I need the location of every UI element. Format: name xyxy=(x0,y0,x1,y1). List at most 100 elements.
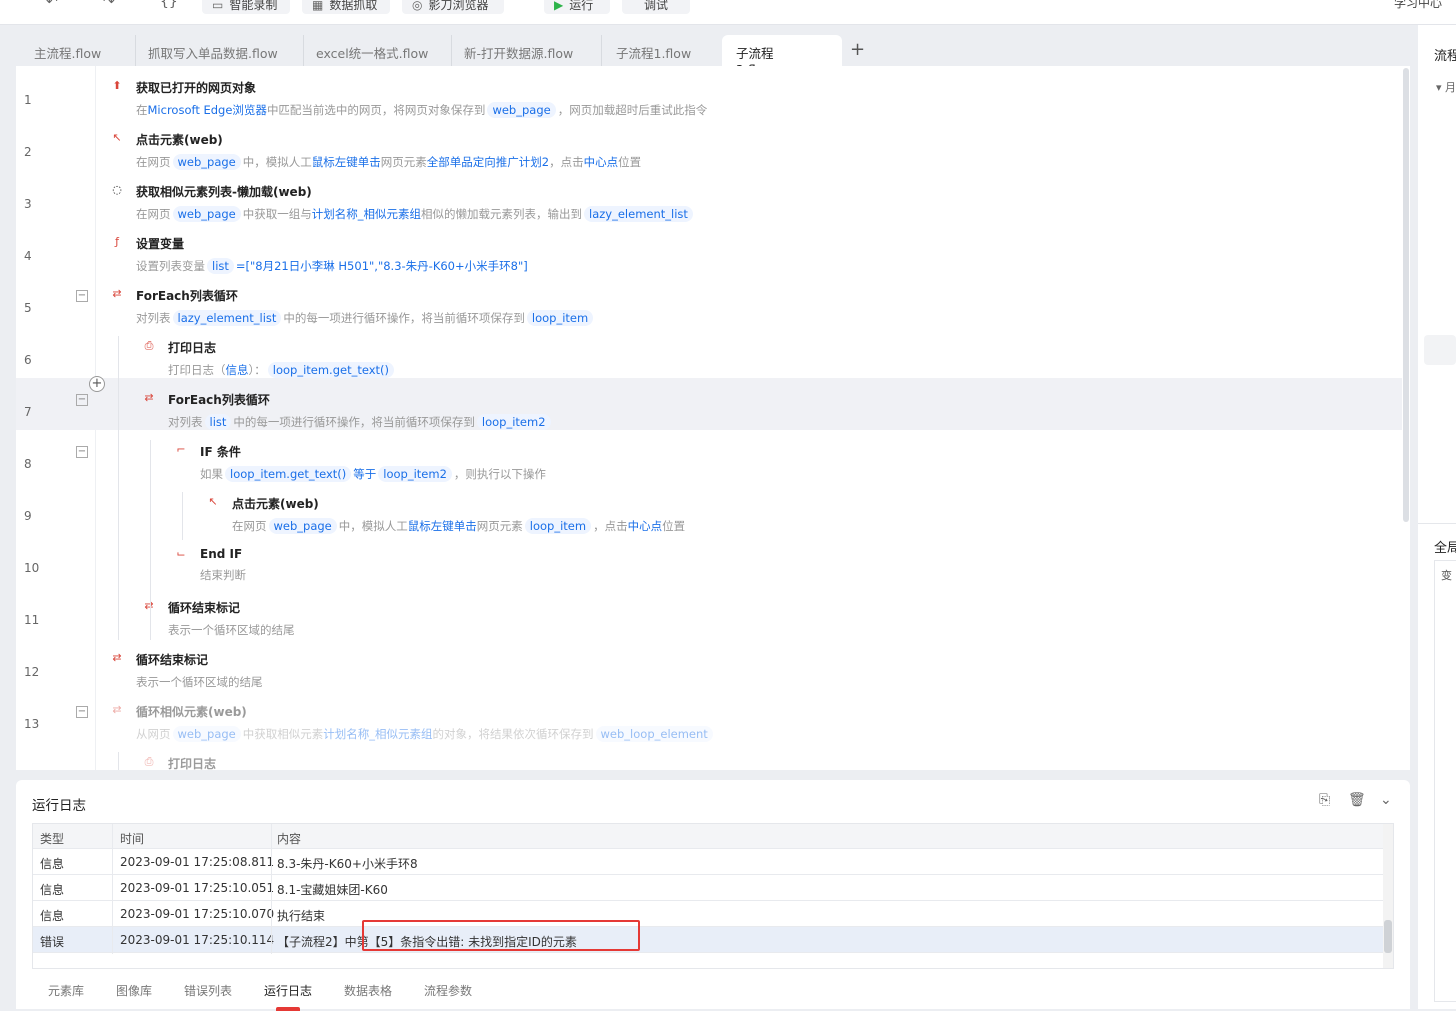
param-link[interactable]: 信息 xyxy=(226,363,249,377)
param-link[interactable]: 全部单品定向推广计划2 xyxy=(427,155,549,169)
trash-icon[interactable]: 🗑 xyxy=(1348,792,1366,808)
step-row[interactable]: 1 ⬆ 获取已打开的网页对象 在Microsoft Edge浏览器中匹配当前选中的网页… xyxy=(16,66,1402,118)
insert-step-button[interactable]: + xyxy=(89,376,105,392)
global-vars-title: 全局 xyxy=(1434,541,1456,556)
browser-button[interactable]: ◎ 影刀浏览器 xyxy=(402,0,504,14)
step-row[interactable]: 10 ⌙ End IF 结束判断 xyxy=(16,534,1402,586)
debug-button[interactable]: 调试 xyxy=(622,0,690,14)
variable-pill[interactable]: web_page xyxy=(172,206,241,222)
bottom-tab[interactable]: 数据表格 xyxy=(344,982,392,999)
param-link[interactable]: 鼠标左键单击 xyxy=(312,155,381,169)
step-row[interactable]: 6 ⎙ 打印日志 打印日志（信息）： loop_item.get_text() xyxy=(16,326,1402,378)
play-icon: ▶ xyxy=(554,0,564,12)
browser-icon: ◎ xyxy=(412,0,423,12)
variable-pill[interactable]: loop_item2 xyxy=(378,466,452,482)
variable-pill[interactable]: list xyxy=(204,414,232,430)
variable-pill[interactable]: web_page xyxy=(172,154,241,170)
log-scrollbar[interactable] xyxy=(1383,824,1393,968)
variable-pill[interactable]: loop_item xyxy=(524,518,592,534)
log-row[interactable]: 信息 2023-09-01 17:25:08.811 8.3-朱丹-K60+小米手环… xyxy=(33,849,1383,875)
variable-pill[interactable]: loop_item xyxy=(526,310,594,326)
variable-pill[interactable]: lazy_element_list xyxy=(172,310,282,326)
step-row[interactable]: 2 ↖ 点击元素(web) 在网页 web_page 中，模拟人工鼠标左键单击网页元素全部… xyxy=(16,118,1402,170)
step-row[interactable]: 11 ⇄ 循环结束标记 表示一个循环区域的结尾 xyxy=(16,586,1402,638)
variable-pill[interactable]: web_page xyxy=(268,518,337,534)
bottom-tab[interactable]: 图像库 xyxy=(116,982,152,999)
table-icon: ▦ xyxy=(312,0,324,12)
desc-text: 位置 xyxy=(662,519,686,533)
scroll-thumb[interactable] xyxy=(1384,920,1392,953)
tab-label: 抓取写入单品数据.flow xyxy=(148,46,278,61)
step-title: 设置变量 xyxy=(136,237,185,251)
step-row[interactable]: 9 ↖ 点击元素(web) 在网页 web_page 中，模拟人工鼠标左键单击网页元素 lo… xyxy=(16,482,1402,534)
step-row[interactable]: ⎙ 打印日志 xyxy=(16,742,1402,771)
braces-icon[interactable]: {} xyxy=(160,0,178,10)
variable-pill[interactable]: web_page xyxy=(172,726,241,742)
toolbar: ↶ ↷ {} ▭ 智能录制 ▦ 数据抓取 ◎ 影刀浏览器 ▶ 运行 调试 学习中心 xyxy=(0,0,1456,25)
log-row[interactable]: 错误 2023-09-01 17:25:10.114 【子流程2】中第【5】条指令出… xyxy=(33,927,1383,953)
step: ↖ 点击元素(web) 在网页 web_page 中，模拟人工鼠标左键单击网页元素 loo… xyxy=(208,495,686,535)
param-link[interactable]: 鼠标左键单击 xyxy=(408,519,477,533)
param-link[interactable]: 中心点 xyxy=(628,519,663,533)
param-link[interactable]: Microsoft Edge浏览器 xyxy=(148,103,267,117)
variable-pill[interactable]: loop_item2 xyxy=(476,414,551,430)
tab-scrape-flow[interactable]: 抓取写入单品数据.flow xyxy=(148,35,304,66)
tree-item[interactable]: ▾ 月 xyxy=(1436,79,1456,95)
smart-record-button[interactable]: ▭ 智能录制 xyxy=(202,0,290,14)
variable-pill[interactable]: web_loop_element xyxy=(595,726,713,742)
bottom-tab[interactable]: 运行日志 xyxy=(264,982,312,999)
collapse-toggle[interactable]: − xyxy=(76,394,88,406)
bottom-tab[interactable]: 元素库 xyxy=(48,982,84,999)
log-time: 2023-09-01 17:25:10.070 xyxy=(120,907,275,921)
button-label: 数据抓取 xyxy=(329,0,378,12)
redo-icon[interactable]: ↷ xyxy=(103,0,115,10)
desc-text: 在网页 xyxy=(136,155,171,169)
learning-center-link[interactable]: 学习中心 xyxy=(1394,0,1442,11)
collapse-toggle[interactable]: − xyxy=(76,290,88,302)
log-row[interactable]: 信息 2023-09-01 17:25:10.051 8.1-宝藏姐妹团-K60 xyxy=(33,875,1383,901)
tab-open-source-flow[interactable]: 新-打开数据源.flow xyxy=(464,35,602,66)
param-link[interactable]: 计划名称_相似元素组 xyxy=(323,727,432,741)
param-link[interactable]: 等于 xyxy=(353,467,376,481)
run-button[interactable]: ▶ 运行 xyxy=(544,0,610,14)
variable-pill[interactable]: list xyxy=(207,258,234,274)
collapse-toggle[interactable]: − xyxy=(76,706,88,718)
param-link[interactable]: =["8月21日小李琳 H501","8.3-朱丹-K60+小米手环8"] xyxy=(236,259,528,273)
tab-subflow1[interactable]: 子流程1.flow xyxy=(616,35,716,66)
step-row[interactable]: 12 ⇄ 循环结束标记 表示一个循环区域的结尾 xyxy=(16,638,1402,690)
step-row[interactable]: 4 ƒ 设置变量 设置列表变量 list =["8月21日小李琳 H501","8.3-朱… xyxy=(16,222,1402,274)
undo-icon[interactable]: ↶ xyxy=(46,0,58,10)
tab-excel-flow[interactable]: excel统一格式.flow xyxy=(316,35,452,66)
log-row[interactable]: 信息 2023-09-01 17:25:10.070 执行结束 xyxy=(33,901,1383,927)
param-link[interactable]: 中心点 xyxy=(584,155,619,169)
step-row[interactable]: 5 − ⇄ ForEach列表循环 对列表 lazy_element_list 中的每一项进… xyxy=(16,274,1402,326)
chevron-down-icon[interactable]: ⌄ xyxy=(1380,792,1392,808)
step: ⇄ ForEach列表循环 对列表 lazy_element_list 中的每一项进行循… xyxy=(112,287,595,327)
step: ⌙ End IF 结束判断 xyxy=(176,547,246,584)
step-row[interactable]: 3 ◌ 获取相似元素列表-懒加载(web) 在网页 web_page 中获取一组与计划名称… xyxy=(16,170,1402,222)
tab-label: 主流程.flow xyxy=(34,46,102,61)
tab-subflow2[interactable]: 子流程2.flow× xyxy=(722,35,842,77)
bottom-tab[interactable]: 流程参数 xyxy=(424,982,472,999)
add-tab-button[interactable]: + xyxy=(850,39,865,60)
step-row[interactable]: 8 − ⌐ IF 条件 如果 loop_item.get_text() 等于 loop_ite… xyxy=(16,430,1402,482)
export-icon[interactable]: ⎘ xyxy=(1319,792,1330,808)
variable-pill[interactable]: loop_item.get_text() xyxy=(267,362,395,378)
data-scrape-button[interactable]: ▦ 数据抓取 xyxy=(302,0,390,14)
step-row[interactable]: 13 − ⇄ 循环相似元素(web) 从网页 web_page 中获取相似元素计划名称_相似… xyxy=(16,690,1402,742)
step-row[interactable]: 7 − ⇄ ForEach列表循环 对列表 list 中的每一项进行循环操作，将当前循环项保… xyxy=(16,378,1402,430)
variable-pill[interactable]: lazy_element_list xyxy=(584,206,693,222)
print-icon: ⎙ xyxy=(144,755,154,768)
step: ⇄ 循环结束标记 表示一个循环区域的结尾 xyxy=(112,651,262,691)
step-title: End IF xyxy=(200,547,243,561)
bottom-tab[interactable]: 错误列表 xyxy=(184,982,232,999)
column-header: 时间 xyxy=(120,832,145,846)
record-icon: ▭ xyxy=(212,0,224,12)
variable-pill[interactable]: web_page xyxy=(487,102,556,118)
collapse-toggle[interactable]: − xyxy=(76,446,88,458)
variable-pill[interactable]: loop_item.get_text() xyxy=(225,466,352,482)
editor-scrollbar[interactable] xyxy=(1403,68,1409,522)
param-link[interactable]: 计划名称_相似元素组 xyxy=(312,207,421,221)
tab-main-flow[interactable]: 主流程.flow xyxy=(16,35,136,66)
step: ◌ 获取相似元素列表-懒加载(web) 在网页 web_page 中获取一组与计划名称_… xyxy=(112,183,695,223)
